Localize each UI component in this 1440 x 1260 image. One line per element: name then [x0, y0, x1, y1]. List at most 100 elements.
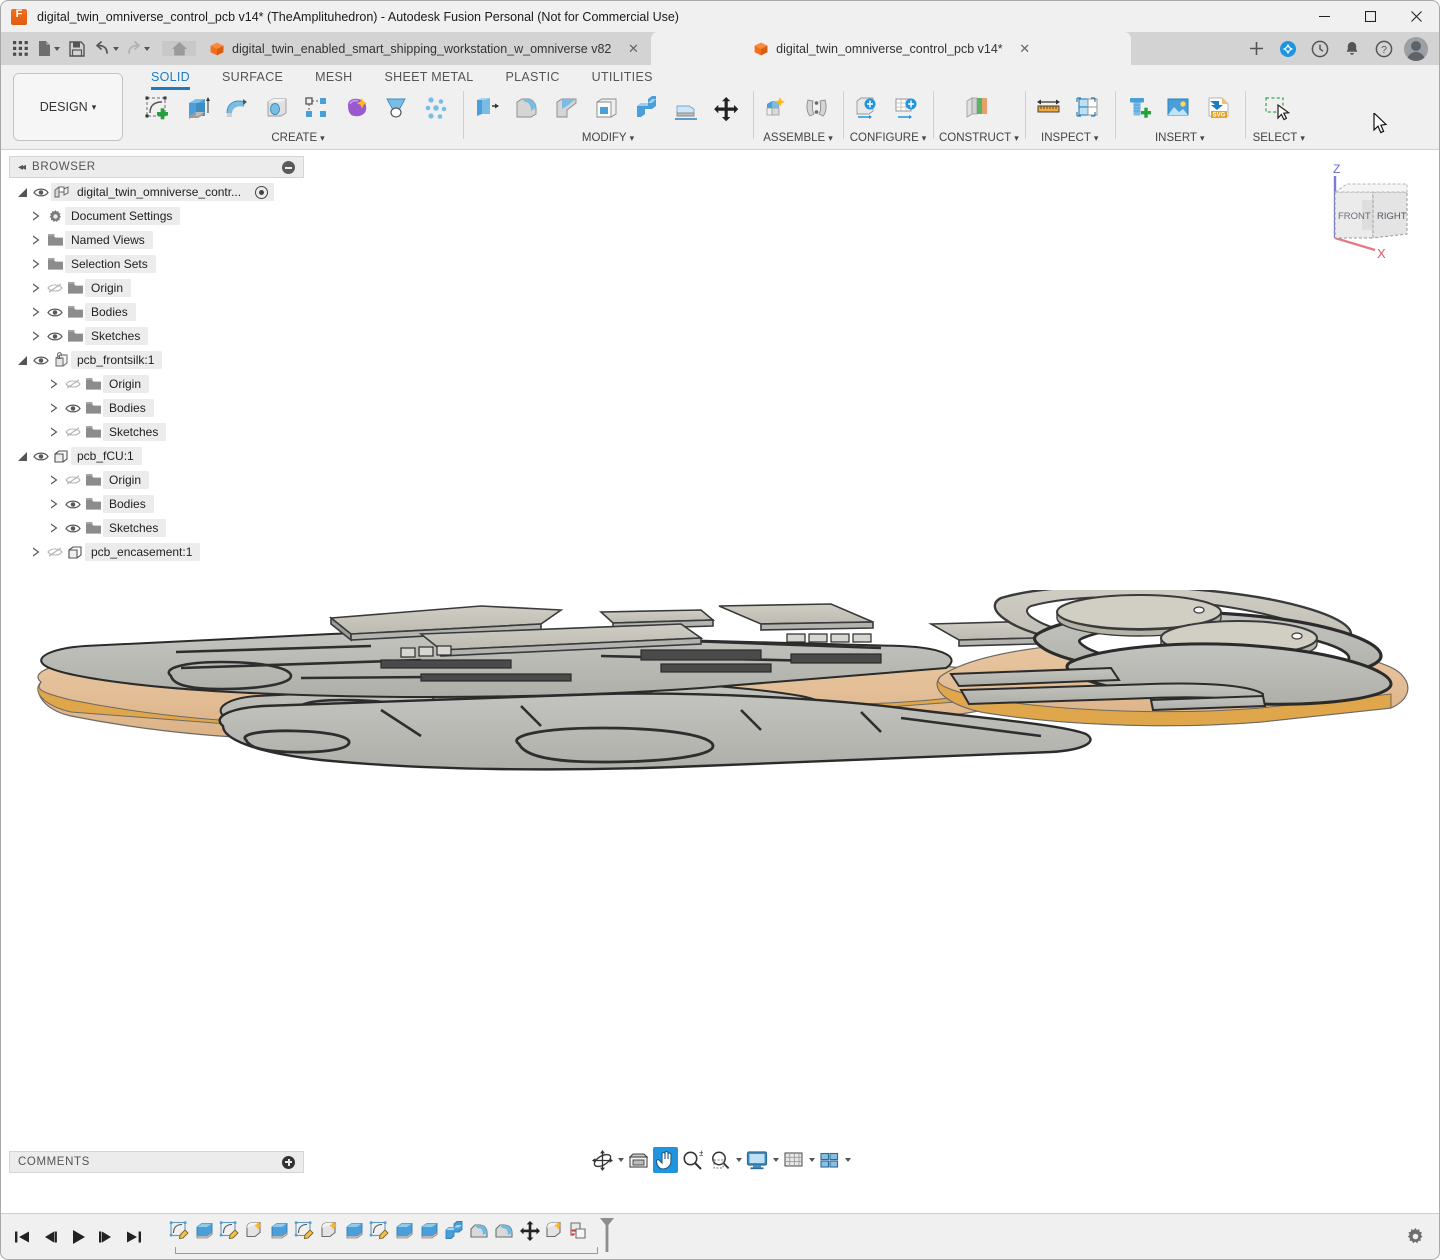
expand-arrow-icon[interactable]: [27, 283, 45, 293]
extrude-icon[interactable]: [179, 90, 217, 130]
timeline-feature-fillet[interactable]: [492, 1217, 517, 1247]
configuration-icon[interactable]: [849, 90, 887, 130]
visibility-eye-icon[interactable]: [31, 451, 51, 462]
section-analysis-icon[interactable]: [1071, 90, 1109, 130]
account-avatar[interactable]: [1401, 34, 1431, 64]
tree-row-fcu-origin[interactable]: Origin: [9, 468, 304, 492]
revolve-icon[interactable]: [219, 90, 257, 130]
tree-row-pcb-frontsilk[interactable]: pcb_frontsilk:1: [9, 348, 304, 372]
new-file-button[interactable]: [35, 36, 62, 62]
visibility-eye-off-icon[interactable]: [45, 282, 65, 294]
visibility-eye-icon[interactable]: [45, 331, 65, 342]
tree-row-pcb-fcu[interactable]: pcb_fCU:1: [9, 444, 304, 468]
tree-row-frontsilk-origin[interactable]: Origin: [9, 372, 304, 396]
ribbon-group-label[interactable]: SELECT ▾: [1253, 132, 1305, 144]
timeline-feature-extrude[interactable]: [392, 1217, 417, 1247]
document-tab-control-pcb[interactable]: digital_twin_omniverse_control_pcb v14* …: [651, 32, 1131, 65]
new-component-icon[interactable]: [759, 90, 797, 130]
browser-header[interactable]: ◂◂ BROWSER: [9, 156, 304, 178]
workspace-switcher[interactable]: DESIGN ▾: [13, 73, 123, 141]
new-tab-icon[interactable]: [1241, 34, 1271, 64]
timeline-feature-chamfer[interactable]: [542, 1217, 567, 1247]
chevron-down-icon[interactable]: [618, 1158, 624, 1162]
timeline-feature-sketch[interactable]: [292, 1217, 317, 1247]
timeline-feature-sketch[interactable]: [167, 1217, 192, 1247]
help-icon[interactable]: ?: [1369, 34, 1399, 64]
expand-arrow-icon[interactable]: [45, 475, 63, 485]
expand-arrow-icon[interactable]: [27, 211, 45, 221]
timeline-end-marker[interactable]: [598, 1217, 616, 1258]
visibility-eye-icon[interactable]: [31, 187, 51, 198]
expand-arrow-icon[interactable]: [45, 523, 63, 533]
measure-icon[interactable]: [1031, 90, 1069, 130]
ribbon-group-label[interactable]: CREATE ▾: [271, 132, 324, 144]
timeline-feature-extrude[interactable]: [192, 1217, 217, 1247]
combine-icon[interactable]: [629, 90, 667, 130]
zoom-icon[interactable]: ±: [679, 1147, 706, 1173]
create-form-icon[interactable]: [339, 90, 377, 130]
expand-arrow-icon[interactable]: [13, 356, 31, 365]
visibility-eye-icon[interactable]: [63, 523, 83, 534]
insert-decal-icon[interactable]: [1161, 90, 1199, 130]
timeline-feature-extrude[interactable]: [267, 1217, 292, 1247]
visibility-eye-off-icon[interactable]: [63, 474, 83, 486]
sweep-icon[interactable]: [259, 90, 297, 130]
visibility-eye-off-icon[interactable]: [63, 378, 83, 390]
tree-row-frontsilk-sketches[interactable]: Sketches: [9, 420, 304, 444]
timeline-feature-combine[interactable]: [442, 1217, 467, 1247]
ribbon-group-label[interactable]: INSPECT ▾: [1041, 132, 1098, 144]
timeline-play-button[interactable]: [69, 1226, 87, 1248]
close-icon[interactable]: ✕: [625, 41, 641, 57]
tree-row-root-component[interactable]: digital_twin_omniverse_contr...: [9, 180, 304, 204]
timeline-feature-fillet[interactable]: [467, 1217, 492, 1247]
fillet-icon[interactable]: [509, 90, 547, 130]
expand-arrow-icon[interactable]: [45, 427, 63, 437]
chevron-down-icon[interactable]: [845, 1158, 851, 1162]
pcb-3d-model[interactable]: [1, 590, 1439, 990]
timeline-feature-extrude[interactable]: [417, 1217, 442, 1247]
timeline-feature-copy-paste[interactable]: [567, 1217, 592, 1247]
move-copy-icon[interactable]: [709, 90, 747, 130]
timeline-go-start-button[interactable]: [13, 1226, 31, 1248]
timeline-step-forward-button[interactable]: [97, 1226, 115, 1248]
tree-row-fcu-bodies[interactable]: Bodies: [9, 492, 304, 516]
maximize-button[interactable]: [1347, 1, 1393, 32]
timeline-feature-fillet[interactable]: [317, 1217, 342, 1247]
tree-row-bodies[interactable]: Bodies: [9, 300, 304, 324]
chamfer-icon[interactable]: [549, 90, 587, 130]
zoom-window-icon[interactable]: [707, 1147, 734, 1173]
offset-plane-icon[interactable]: [960, 90, 998, 130]
joint-icon[interactable]: [799, 90, 837, 130]
visibility-eye-icon[interactable]: [31, 355, 51, 366]
pan-icon[interactable]: [653, 1147, 678, 1173]
expand-arrow-icon[interactable]: [27, 235, 45, 245]
tree-row-named-views[interactable]: Named Views: [9, 228, 304, 252]
expand-arrow-icon[interactable]: [27, 331, 45, 341]
app-grid-icon[interactable]: [7, 36, 33, 62]
ribbon-group-label[interactable]: CONFIGURE ▾: [850, 132, 927, 144]
3d-canvas[interactable]: ◂◂ BROWSER digital_twin_omnive: [1, 150, 1439, 1215]
expand-arrow-icon[interactable]: [27, 259, 45, 269]
timeline-feature-sketch[interactable]: [217, 1217, 242, 1247]
close-icon[interactable]: ✕: [1017, 41, 1033, 57]
timeline-step-back-button[interactable]: [41, 1226, 59, 1248]
timeline-feature-move[interactable]: [517, 1217, 542, 1247]
document-tab-workstation[interactable]: digital_twin_enabled_smart_shipping_work…: [196, 32, 651, 65]
expand-arrow-icon[interactable]: [27, 547, 45, 557]
tree-row-selection-sets[interactable]: Selection Sets: [9, 252, 304, 276]
save-icon[interactable]: [64, 36, 90, 62]
extensions-icon[interactable]: [1273, 34, 1303, 64]
tree-row-pcb-encasement[interactable]: pcb_encasement:1: [9, 540, 304, 564]
look-at-icon[interactable]: [625, 1147, 652, 1173]
ribbon-group-label[interactable]: ASSEMBLE ▾: [763, 132, 833, 144]
expand-arrow-icon[interactable]: [13, 188, 31, 197]
display-settings-icon[interactable]: [743, 1147, 771, 1173]
ribbon-group-label[interactable]: INSERT ▾: [1155, 132, 1205, 144]
hole-pattern-icon[interactable]: [419, 90, 457, 130]
chevron-down-icon[interactable]: [773, 1158, 779, 1162]
select-window-icon[interactable]: [1260, 90, 1298, 130]
create-sketch-icon[interactable]: [139, 90, 177, 130]
redo-button[interactable]: [123, 36, 152, 62]
expand-arrow-icon[interactable]: [27, 307, 45, 317]
circle-minus-icon[interactable]: [282, 161, 295, 174]
